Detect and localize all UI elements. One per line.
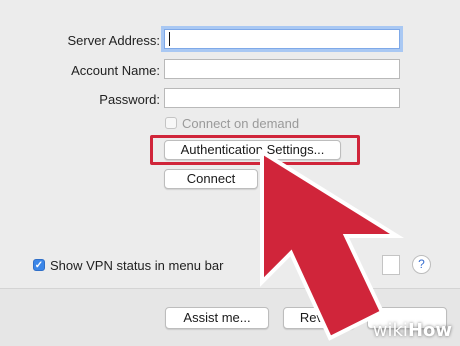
pointer-arrow-icon bbox=[260, 148, 404, 341]
vpn-settings-panel: Server Address: Account Name: Password: … bbox=[0, 0, 460, 346]
wikihow-watermark: wikiHow bbox=[372, 320, 452, 341]
